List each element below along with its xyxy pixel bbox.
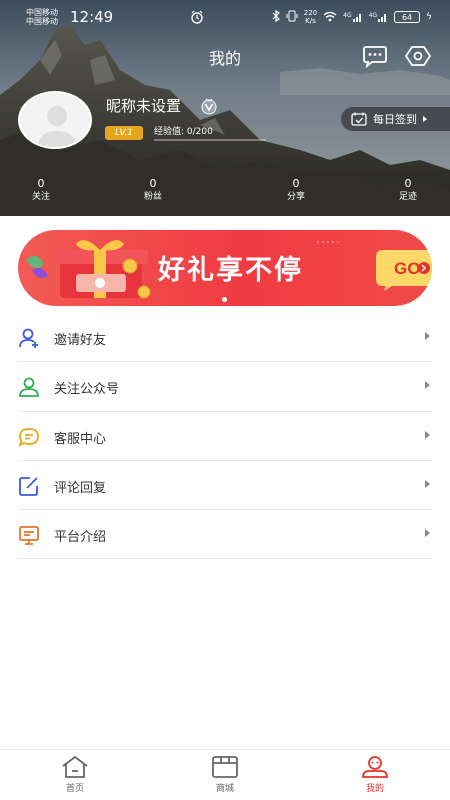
stat-value: 0 bbox=[404, 177, 412, 190]
invite-user-icon bbox=[19, 328, 38, 348]
tab-home[interactable]: 首页 bbox=[45, 755, 105, 794]
menu-item-label: 关注公众号 bbox=[54, 382, 120, 398]
menu-item-platform-intro[interactable]: 平台介绍 bbox=[18, 510, 432, 560]
signal-1: 4G bbox=[343, 12, 362, 22]
vibrate-icon bbox=[286, 10, 298, 24]
tab-store[interactable]: 商城 bbox=[195, 755, 255, 794]
alarm-icon bbox=[191, 10, 203, 24]
monitor-icon bbox=[19, 526, 39, 546]
go-button[interactable]: GO bbox=[374, 244, 432, 292]
menu-item-label: 邀请好友 bbox=[54, 333, 107, 348]
signal-2: 4G bbox=[369, 12, 388, 22]
stat-value: 0 bbox=[149, 177, 157, 190]
carrier-1: 中国移动 bbox=[26, 8, 58, 17]
profile-page: 中国移动 中国移动 12:49 220 K/s 4G 4G 64 ϟ 我的 昵称… bbox=[0, 0, 450, 800]
store-icon bbox=[212, 756, 238, 778]
signin-label: 每日签到 bbox=[373, 113, 417, 126]
profile-header: 中国移动 中国移动 12:49 220 K/s 4G 4G 64 ϟ 我的 昵称… bbox=[0, 0, 450, 216]
tab-label: 我的 bbox=[365, 784, 384, 794]
bluetooth-icon bbox=[272, 9, 280, 24]
wifi-icon bbox=[323, 11, 337, 24]
stat-follow[interactable]: 0 关注 bbox=[11, 177, 71, 204]
status-time: 12:49 bbox=[70, 8, 114, 26]
menu-item-follow-account[interactable]: 关注公众号 bbox=[18, 362, 432, 412]
menu-item-label: 评论回复 bbox=[54, 480, 107, 496]
avatar[interactable] bbox=[18, 91, 92, 149]
edit-comment-icon bbox=[19, 476, 38, 496]
carrier-info: 中国移动 中国移动 bbox=[26, 8, 58, 26]
chat-message-icon bbox=[18, 427, 39, 447]
triangle-right-icon bbox=[425, 332, 430, 340]
stat-value: 0 bbox=[292, 177, 300, 190]
banner-pager-dot bbox=[222, 297, 227, 302]
tab-profile[interactable]: 我的 bbox=[345, 755, 405, 794]
v-badge-icon bbox=[201, 98, 217, 115]
bottom-tab-bar: 首页 商城 我的 bbox=[0, 749, 450, 800]
charging-icon: ϟ bbox=[426, 12, 432, 22]
triangle-right-icon bbox=[423, 116, 427, 122]
follow-user-icon bbox=[19, 377, 39, 398]
carrier-2: 中国移动 bbox=[26, 17, 58, 26]
go-label: GO bbox=[394, 259, 420, 278]
stat-footprint[interactable]: 0 足迹 bbox=[378, 177, 438, 204]
triangle-right-icon bbox=[425, 381, 430, 390]
banner-text: 好礼享不停 bbox=[158, 255, 303, 286]
chat-bubble-icon[interactable] bbox=[362, 44, 388, 68]
menu-item-label: 平台介绍 bbox=[54, 530, 107, 546]
home-icon bbox=[62, 755, 88, 778]
battery-indicator: 64 bbox=[394, 11, 421, 23]
experience-progress-bar bbox=[154, 139, 266, 141]
profile-stats: 0 关注 0 粉丝 0 分享 0 足迹 bbox=[0, 177, 450, 207]
triangle-right-icon bbox=[425, 479, 430, 488]
signal-1-label: 4G bbox=[343, 12, 352, 19]
triangle-right-icon bbox=[425, 430, 430, 439]
status-bar: 中国移动 中国移动 12:49 220 K/s 4G 4G 64 ϟ bbox=[0, 0, 450, 34]
triangle-right-icon bbox=[425, 529, 430, 538]
net-speed-unit: K/s bbox=[305, 17, 316, 25]
stat-fans[interactable]: 0 粉丝 bbox=[123, 177, 183, 204]
stat-share[interactable]: 0 分享 bbox=[266, 177, 326, 204]
promo-banner[interactable]: 好礼享不停 GO bbox=[18, 230, 432, 306]
calendar-check-icon bbox=[351, 112, 367, 126]
stat-label: 分享 bbox=[286, 192, 305, 202]
signal-2-label: 4G bbox=[368, 12, 378, 19]
stat-value: 0 bbox=[37, 177, 45, 190]
net-speed-value: 220 bbox=[303, 9, 318, 17]
menu-item-customer-service[interactable]: 客服中心 bbox=[18, 412, 432, 461]
level-badge: LV.1 bbox=[105, 126, 143, 140]
daily-signin-button[interactable]: 每日签到 bbox=[341, 107, 450, 131]
stat-label: 关注 bbox=[31, 192, 50, 202]
status-icons: 220 K/s 4G 4G 64 ϟ bbox=[272, 9, 432, 25]
menu-list: 邀请好友 关注公众号 客服中心 评论回复 平台介绍 bbox=[0, 313, 450, 560]
stat-label: 足迹 bbox=[398, 192, 417, 202]
signal-bars-icon bbox=[352, 14, 361, 22]
experience-label: 经验值: 0/200 bbox=[154, 127, 213, 137]
menu-item-comment-reply[interactable]: 评论回复 bbox=[18, 461, 432, 511]
tab-label: 首页 bbox=[65, 784, 84, 794]
profile-icon bbox=[362, 756, 388, 778]
settings-hexagon-icon[interactable] bbox=[405, 44, 431, 68]
menu-item-label: 客服中心 bbox=[54, 431, 107, 447]
stat-label: 粉丝 bbox=[143, 192, 162, 202]
tab-label: 商城 bbox=[215, 784, 234, 794]
menu-item-invite-friends[interactable]: 邀请好友 bbox=[18, 313, 432, 363]
signal-bars-icon bbox=[378, 14, 387, 22]
net-speed: 220 K/s bbox=[304, 9, 317, 25]
nickname[interactable]: 昵称未设置 bbox=[106, 95, 181, 116]
